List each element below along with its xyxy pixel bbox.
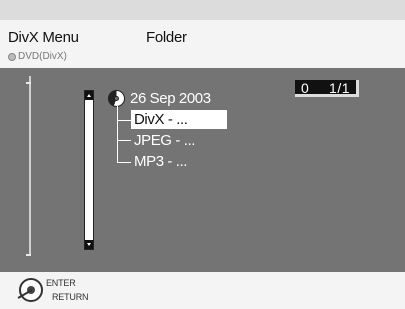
tree-connector-line — [117, 106, 118, 163]
top-bar — [0, 0, 405, 20]
folder-browser-panel: 26 Sep 2003 DivX - ... JPEG - ... MP3 - … — [0, 68, 405, 272]
selected-count: 0 — [301, 80, 310, 96]
folder-item-jpeg[interactable]: JPEG - ... — [131, 131, 195, 150]
tree-root-label: 26 Sep 2003 — [130, 89, 211, 107]
header: DivX Menu DVD(DivX) Folder — [0, 20, 405, 68]
divx-menu-screen: DivX Menu DVD(DivX) Folder 26 Sep 2003 D… — [0, 0, 405, 309]
page-indicator: 1/1 — [329, 80, 350, 96]
enter-hint: ENTER — [46, 278, 76, 288]
folder-item-mp3[interactable]: MP3 - ... — [131, 152, 187, 171]
tree-root[interactable]: 26 Sep 2003 — [108, 89, 211, 107]
return-hint: RETURN — [52, 292, 89, 302]
folder-item-divx[interactable]: DivX - ... — [131, 110, 227, 129]
side-indicator-line — [29, 76, 31, 256]
tree-branch-line — [117, 162, 131, 163]
disc-source-icon — [8, 52, 16, 61]
page-counter: 0 1/1 — [295, 80, 359, 97]
tree-branch-line — [117, 120, 131, 121]
disc-source: DVD(DivX) — [8, 51, 67, 62]
folder-title: Folder — [146, 29, 187, 46]
disc-icon — [108, 89, 125, 107]
footer: ENTER RETURN — [0, 272, 405, 309]
tree-branch-line — [117, 140, 131, 141]
scroll-down-arrow-icon[interactable] — [85, 240, 93, 249]
scrollbar[interactable] — [84, 90, 94, 250]
disc-source-label: DVD(DivX) — [18, 51, 67, 62]
scroll-up-arrow-icon[interactable] — [85, 91, 93, 100]
side-indicator-bottom — [26, 254, 31, 256]
menu-title: DivX Menu — [8, 29, 79, 46]
side-indicator-top — [26, 82, 31, 84]
remote-control-icon — [19, 278, 43, 302]
